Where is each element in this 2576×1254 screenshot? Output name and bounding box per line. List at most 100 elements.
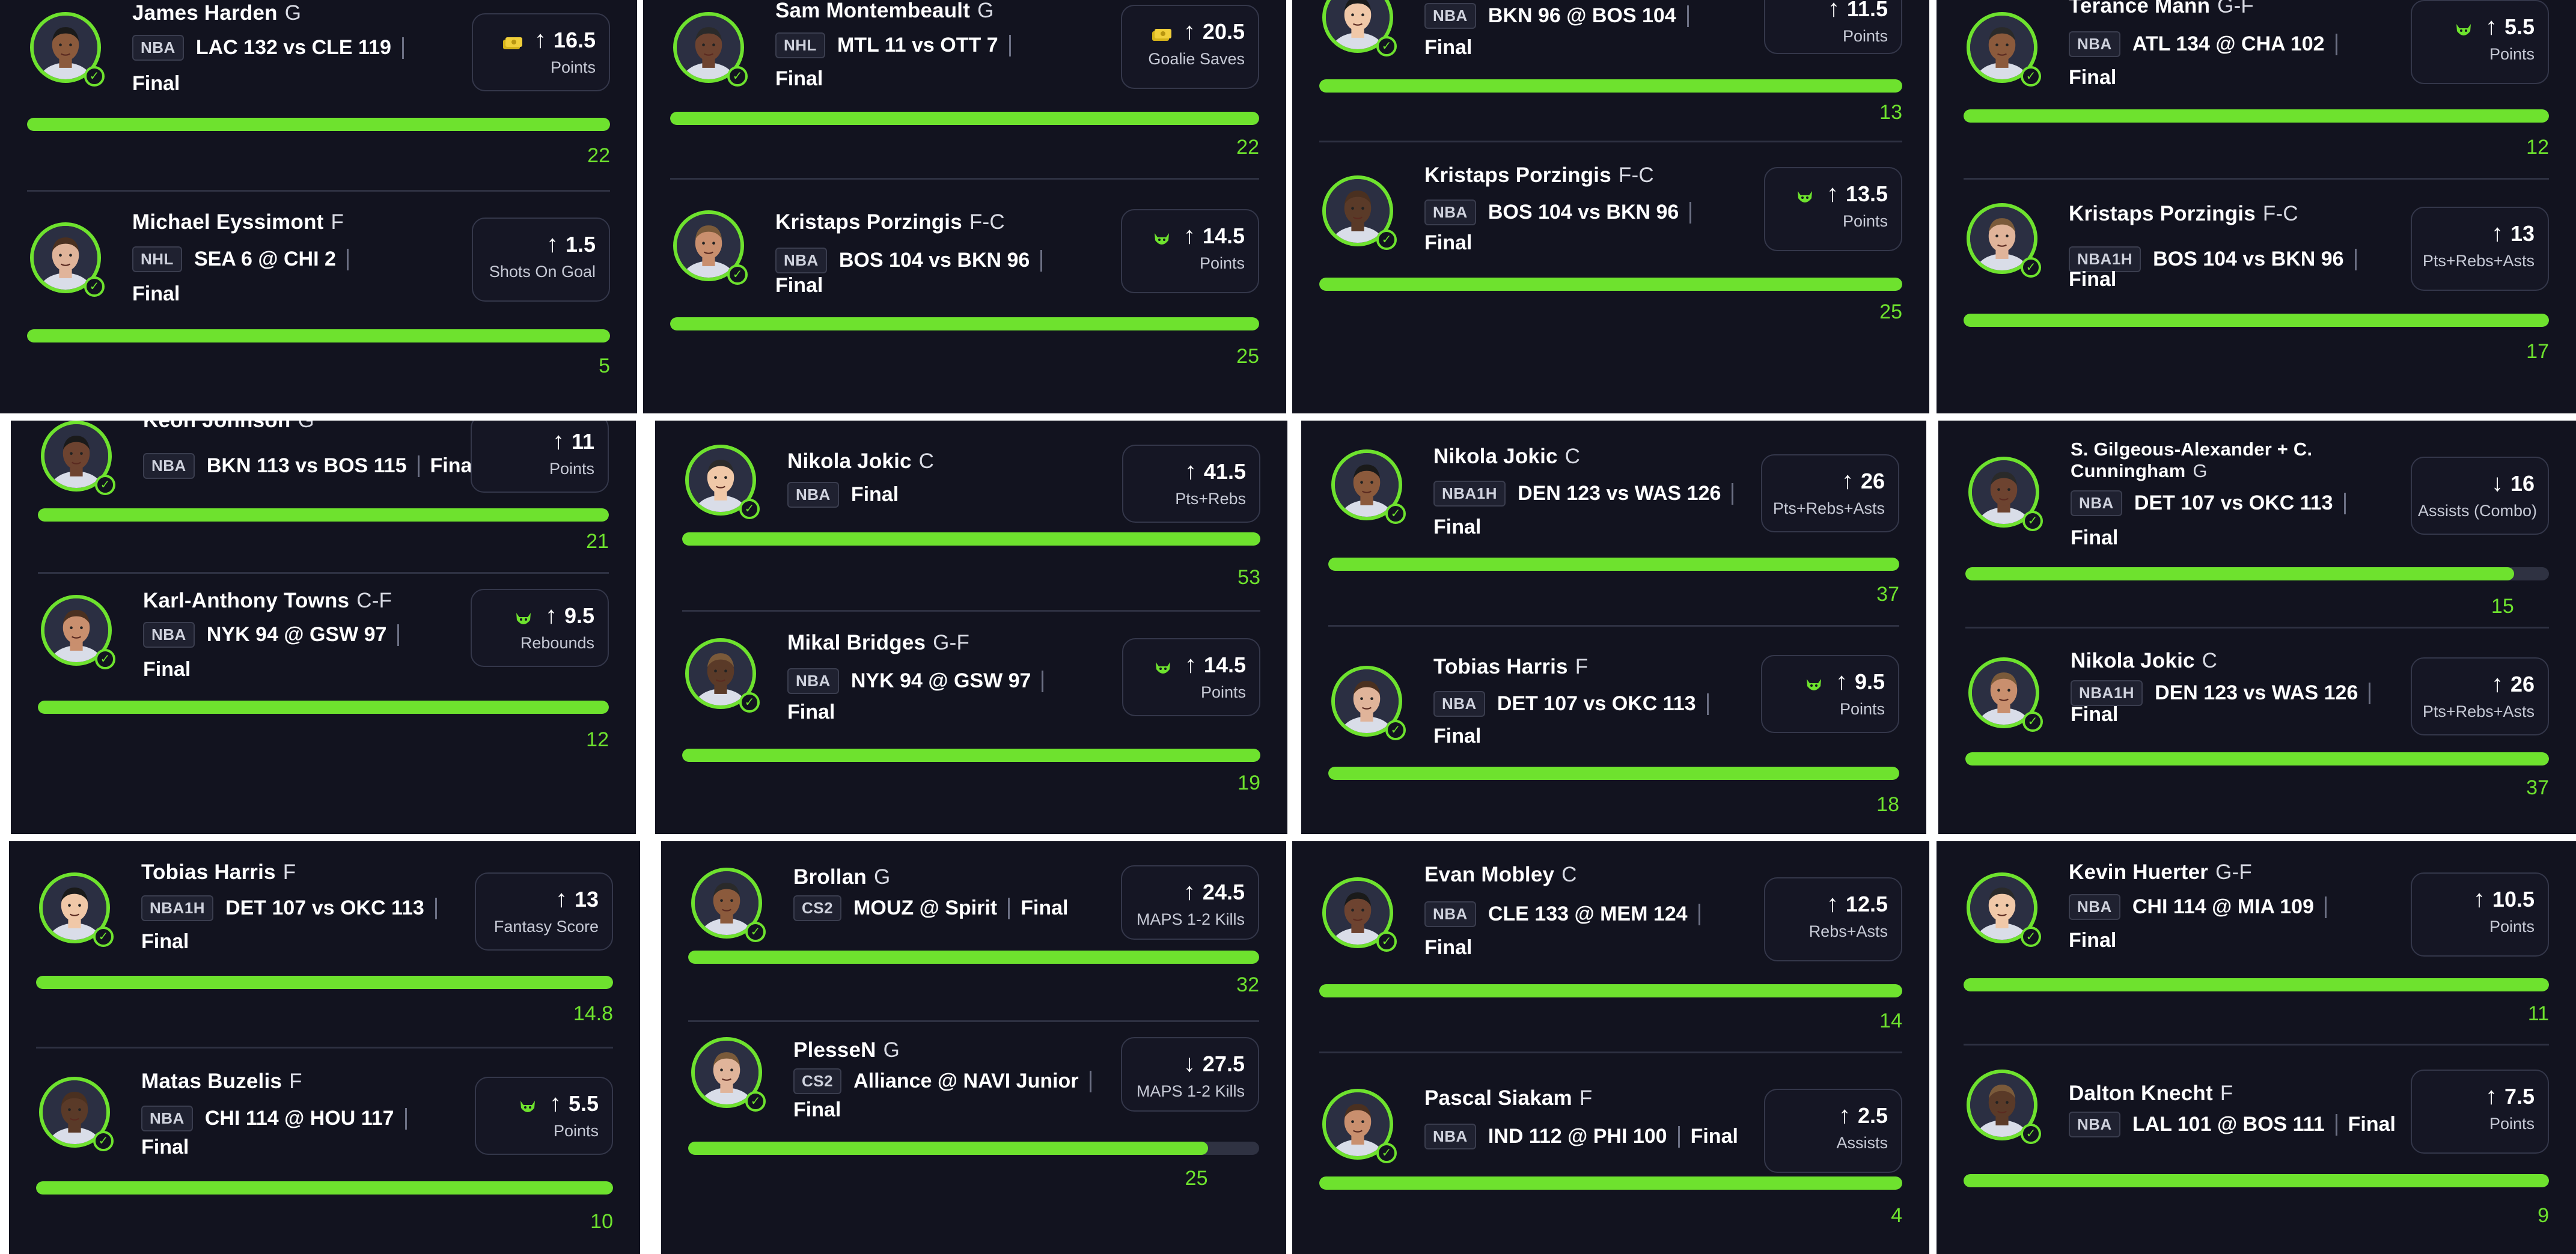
stat-line-box[interactable]: ↑ 2.5 Assists xyxy=(1764,1089,1902,1173)
player-name-text: Kristaps Porzingis xyxy=(775,210,962,234)
stat-line-box[interactable]: ↑ 14.5 Points xyxy=(1122,638,1260,716)
projection-card[interactable]: ✓ Kristaps Porzingis F-C NBA1H BOS 104 vs BK… xyxy=(1937,0,2576,413)
game-info: NBA LAL 101 @ BOS 111 Final xyxy=(2069,1112,2396,1137)
separator xyxy=(397,624,400,646)
stat-line: ↑ 13 xyxy=(2418,220,2535,247)
player-name-text: Michael Eyssimont xyxy=(132,210,324,234)
projection-card[interactable]: ✓ Tobias Harris F NBA DET 107 vs OKC 113 Fina… xyxy=(1301,421,1926,834)
projection-card[interactable]: ✓ Pascal Siakam F NBA IND 112 @ PHI 100 Final… xyxy=(1292,841,1929,1254)
game-score: IND 112 @ PHI 100 xyxy=(1488,1125,1667,1148)
player-name: Michael Eyssimont F xyxy=(132,210,344,234)
checkmark-icon: ✓ xyxy=(2021,257,2041,278)
player-position: F xyxy=(2220,1082,2233,1105)
player-name-text: Tobias Harris xyxy=(1433,655,1568,678)
league-badge: NHL xyxy=(132,246,182,272)
projection-panel: ✓ NBA BKN 96 @ BOS 104 Final ↑ 11.5 Points 13 ✓ K… xyxy=(1292,0,1929,413)
game-status: Final xyxy=(1433,725,1482,747)
separator xyxy=(1042,670,1044,692)
progress-fill xyxy=(38,701,609,714)
stat-line-box[interactable]: ↑ 9.5 Points xyxy=(1761,655,1899,733)
line-value: 7.5 xyxy=(2504,1083,2535,1109)
result-value: 25 xyxy=(1185,1167,1208,1190)
result-value: 25 xyxy=(1236,345,1259,368)
game-score: DEN 123 vs WAS 126 xyxy=(2155,681,2358,704)
player-name-text: Kristaps Porzingis xyxy=(1424,163,1611,187)
arrow-up-icon: ↑ xyxy=(1183,222,1195,249)
game-score: BOS 104 vs BKN 96 xyxy=(2153,248,2344,270)
stat-line-box[interactable]: ↑ 14.5 Points xyxy=(1121,209,1259,293)
separator xyxy=(346,248,349,270)
demon-icon xyxy=(1151,228,1173,245)
progress-bar xyxy=(1319,278,1902,291)
demon-icon xyxy=(517,1095,539,1112)
game-score: Alliance @ NAVI Junior xyxy=(853,1070,1079,1092)
game-status: Final xyxy=(141,1136,189,1158)
game-score: LAL 101 @ BOS 111 xyxy=(2132,1113,2325,1136)
projection-card[interactable]: ✓ Michael Eyssimont F NHL SEA 6 @ CHI 2 Final… xyxy=(0,0,637,413)
arrow-down-icon: ↓ xyxy=(1183,1050,1195,1077)
arrow-up-icon: ↑ xyxy=(2491,220,2503,246)
separator xyxy=(2354,248,2357,270)
game-info: NBA IND 112 @ PHI 100 Final xyxy=(1424,1124,1738,1149)
stat-line-box[interactable]: ↑ 26 Pts+Rebs+Asts xyxy=(2411,657,2549,735)
player-name: Nikola Jokic C xyxy=(2071,649,2217,673)
progress-fill xyxy=(682,749,1260,762)
projection-card[interactable]: ✓ PlesseN G CS2 Alliance @ NAVI Junior Final ↓… xyxy=(661,841,1286,1254)
projection-card[interactable]: ✓ Kristaps Porzingis F-C NBA BOS 104 vs BKN … xyxy=(1292,0,1929,413)
stat-line-box[interactable]: ↑ 7.5 Points xyxy=(2411,1070,2549,1154)
progress-bar xyxy=(1319,1176,1902,1190)
separator xyxy=(1677,1125,1680,1148)
stat-line: ↑ 1.5 xyxy=(479,231,596,258)
line-value: 5.5 xyxy=(568,1091,599,1116)
progress-bar xyxy=(38,701,609,714)
progress-fill xyxy=(670,317,1259,330)
stat-line-box[interactable]: ↑ 13 Pts+Rebs+Asts xyxy=(2411,207,2549,291)
result-value: 17 xyxy=(2526,340,2549,363)
projection-card[interactable]: ✓ Kristaps Porzingis F-C NBA BOS 104 vs BKN … xyxy=(643,0,1286,413)
progress-bar xyxy=(1328,767,1899,780)
stat-line-box[interactable]: ↑ 9.5 Rebounds xyxy=(471,589,609,667)
league-badge: NBA1H xyxy=(2071,680,2143,706)
demon-icon xyxy=(513,607,534,624)
game-status: Final xyxy=(2348,1113,2396,1136)
league-badge: NBA xyxy=(2069,1112,2120,1137)
game-status: Final xyxy=(143,658,191,681)
separator xyxy=(404,1107,407,1130)
game-status: Final xyxy=(2071,703,2119,726)
progress-bar xyxy=(1964,1174,2549,1187)
game-score: BOS 104 vs BKN 96 xyxy=(1488,201,1679,224)
player-position: F-C xyxy=(969,210,1005,234)
progress-fill xyxy=(1328,767,1899,780)
projection-panel: ✓ Tobias Harris F NBA1H DET 107 vs OKC 113 Fi… xyxy=(9,841,640,1254)
player-position: C xyxy=(2202,649,2218,672)
player-name-text: Karl-Anthony Towns xyxy=(143,589,350,612)
result-value: 4 xyxy=(1891,1204,1902,1227)
checkmark-icon: ✓ xyxy=(739,692,760,713)
player-position: F-C xyxy=(1618,163,1654,187)
arrow-up-icon: ↑ xyxy=(549,1090,561,1116)
stat-line-box[interactable]: ↓ 27.5 MAPS 1-2 Kills xyxy=(1121,1037,1259,1112)
separator xyxy=(1040,249,1043,272)
projection-card[interactable]: ✓ Matas Buzelis F NBA CHI 114 @ HOU 117 Final… xyxy=(9,841,640,1254)
result-value: 37 xyxy=(2526,776,2549,799)
projection-card[interactable]: ✓ Karl-Anthony Towns C-F NBA NYK 94 @ GSW 97… xyxy=(11,421,636,834)
game-info: NBA BOS 104 vs BKN 96 xyxy=(775,248,1053,273)
player-name-text: Nikola Jokic xyxy=(2071,649,2195,672)
projection-panel: ✓ James Harden G NBA LAC 132 vs CLE 119 Final… xyxy=(0,0,637,413)
stat-line-box[interactable]: ↑ 13.5 Points xyxy=(1764,167,1902,251)
game-status: Final xyxy=(132,282,180,305)
stat-line-box[interactable]: ↑ 1.5 Shots On Goal xyxy=(472,218,610,302)
projection-card[interactable]: ✓ Mikal Bridges G-F NBA NYK 94 @ GSW 97 Final… xyxy=(655,421,1287,834)
separator xyxy=(1706,693,1709,715)
player-name-text: Matas Buzelis xyxy=(141,1070,282,1093)
projection-card[interactable]: ✓ Nikola Jokic C NBA1H DEN 123 vs WAS 126 Fin… xyxy=(1938,421,2576,834)
checkmark-icon: ✓ xyxy=(93,1131,114,1151)
player-name-text: Mikal Bridges xyxy=(787,631,926,654)
stat-line-box[interactable]: ↑ 5.5 Points xyxy=(475,1077,613,1155)
separator xyxy=(2369,682,2371,704)
progress-bar xyxy=(1964,314,2549,327)
projection-card[interactable]: ✓ Dalton Knecht F NBA LAL 101 @ BOS 111 Final… xyxy=(1937,841,2576,1254)
checkmark-icon: ✓ xyxy=(2022,711,2043,732)
league-badge: CS2 xyxy=(793,1068,842,1094)
stat-type: Shots On Goal xyxy=(489,263,596,281)
